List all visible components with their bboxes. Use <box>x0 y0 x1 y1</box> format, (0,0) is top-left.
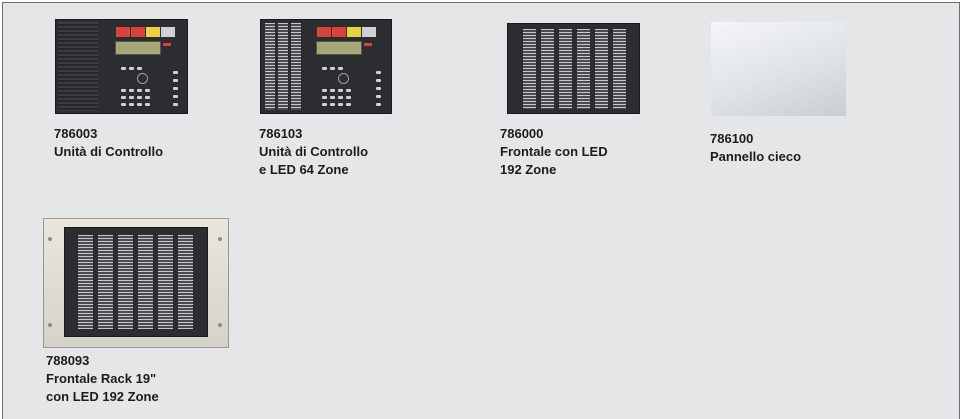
product-code: 786100 <box>710 131 754 146</box>
product-card-788093: 788093 Frontale Rack 19" con LED 192 Zon… <box>3 213 243 418</box>
product-code: 786003 <box>54 126 98 141</box>
product-caption: 786000 Frontale con LED 192 Zone <box>500 125 608 179</box>
product-name-line-2: con LED 192 Zone <box>46 389 159 404</box>
product-code: 786103 <box>259 126 303 141</box>
product-code: 786000 <box>500 126 544 141</box>
product-card-786100: 786100 Pannello cieco <box>663 3 883 193</box>
control-unit-led-image <box>260 19 392 114</box>
product-code: 788093 <box>46 353 90 368</box>
product-caption: 786100 Pannello cieco <box>710 130 801 166</box>
product-caption: 786003 Unità di Controllo <box>54 125 163 161</box>
product-name-line-2: e LED 64 Zone <box>259 162 349 177</box>
rack-panel-image <box>43 218 229 348</box>
product-name-line-1: Frontale con LED <box>500 144 608 159</box>
product-card-786003: 786003 Unità di Controllo <box>3 3 213 193</box>
product-name-line-2: 192 Zone <box>500 162 557 177</box>
product-name: Unità di Controllo <box>54 144 164 159</box>
product-caption: 788093 Frontale Rack 19" con LED 192 Zon… <box>46 352 159 406</box>
product-caption: 786103 Unità di Controllo e LED 64 Zone <box>259 125 368 179</box>
control-unit-image <box>55 19 188 114</box>
product-name: Pannello cieco <box>710 149 802 164</box>
product-name-line-1: Unità di Controllo <box>259 144 369 159</box>
led-front-image <box>507 23 640 114</box>
product-gallery: 786003 Unità di Controllo 786103 Unità d… <box>2 2 960 419</box>
product-name-line-1: Frontale Rack 19" <box>46 371 157 386</box>
product-card-786000: 786000 Frontale con LED 192 Zone <box>443 3 663 193</box>
blank-panel-image <box>711 22 846 116</box>
product-card-786103: 786103 Unità di Controllo e LED 64 Zone <box>213 3 443 193</box>
